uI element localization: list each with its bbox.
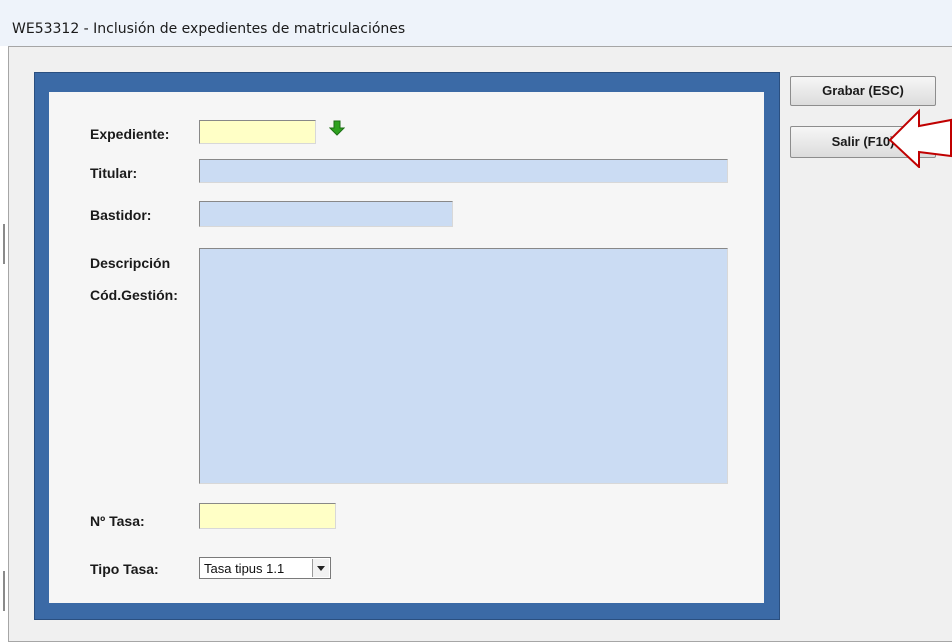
descripcion-textarea[interactable]: [199, 248, 728, 484]
red-pointer-arrow-icon: [888, 108, 952, 168]
lookup-down-arrow-icon[interactable]: [329, 120, 345, 136]
codgestion-label: Cód.Gestión:: [90, 287, 178, 303]
chevron-down-icon: [317, 566, 325, 571]
title-bar: WE53312 - Inclusión de expedientes de ma…: [0, 0, 952, 46]
titular-field[interactable]: [199, 159, 728, 183]
tipo-tasa-label: Tipo Tasa:: [90, 561, 159, 577]
titular-label: Titular:: [90, 165, 138, 181]
expediente-label: Expediente:: [90, 126, 170, 142]
tipo-tasa-value: Tasa tipus 1.1: [204, 561, 285, 576]
tipo-tasa-select[interactable]: Tasa tipus 1.1: [199, 557, 331, 579]
bastidor-label: Bastidor:: [90, 207, 152, 223]
num-tasa-input[interactable]: [199, 503, 336, 529]
edge-mark: [3, 571, 5, 611]
window-title: WE53312 - Inclusión de expedientes de ma…: [12, 21, 406, 37]
num-tasa-label: Nº Tasa:: [90, 513, 145, 529]
descripcion-label: Descripción: [90, 255, 171, 271]
tipo-tasa-dropdown-button[interactable]: [312, 559, 329, 577]
window-left-edge: [0, 46, 8, 639]
bastidor-field[interactable]: [199, 201, 453, 227]
edge-mark: [3, 224, 5, 264]
expediente-input[interactable]: [199, 120, 316, 144]
save-button[interactable]: Grabar (ESC): [790, 76, 936, 106]
